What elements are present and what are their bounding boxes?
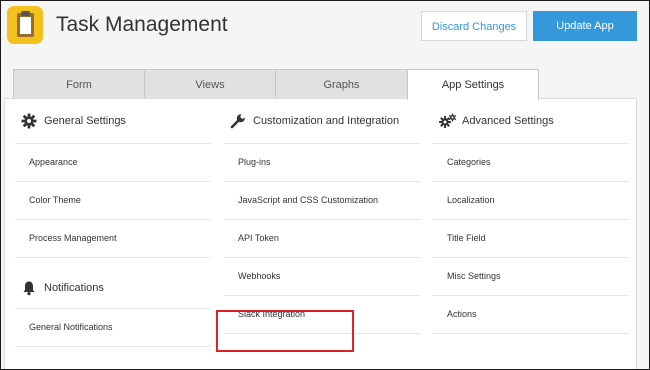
wrench-icon [230, 114, 245, 129]
advanced-settings-label: Advanced Settings [462, 115, 554, 127]
link-misc-settings[interactable]: Misc Settings [433, 258, 629, 296]
clipboard-icon [7, 6, 43, 44]
link-appearance[interactable]: Appearance [15, 144, 211, 182]
update-app-button[interactable]: Update App [533, 11, 637, 41]
app-header: Task Management Discard Changes Update A… [1, 1, 649, 49]
link-title-field[interactable]: Title Field [433, 220, 629, 258]
tab-graphs[interactable]: Graphs [275, 69, 408, 99]
general-settings-heading: General Settings [15, 99, 211, 144]
app-settings-window: Task Management Discard Changes Update A… [0, 0, 650, 370]
link-categories[interactable]: Categories [433, 144, 629, 182]
general-settings-column: General Settings Appearance Color Theme … [15, 99, 211, 347]
tab-app-settings[interactable]: App Settings [407, 69, 539, 100]
tab-views[interactable]: Views [144, 69, 276, 99]
discard-changes-button[interactable]: Discard Changes [421, 11, 527, 41]
notifications-heading: Notifications [15, 270, 211, 309]
link-api-token[interactable]: API Token [224, 220, 420, 258]
notifications-label: Notifications [44, 282, 104, 294]
link-general-notifications[interactable]: General Notifications [15, 309, 211, 347]
customization-heading: Customization and Integration [224, 99, 420, 144]
bell-icon [23, 281, 35, 296]
link-actions[interactable]: Actions [433, 296, 629, 334]
slack-integration-highlight-box [216, 310, 354, 352]
link-webhooks[interactable]: Webhooks [224, 258, 420, 296]
gear-icon [21, 113, 37, 129]
link-plug-ins[interactable]: Plug-ins [224, 144, 420, 182]
advanced-settings-heading: Advanced Settings [433, 99, 629, 144]
settings-tabs: Form Views Graphs App Settings [13, 69, 539, 100]
link-localization[interactable]: Localization [433, 182, 629, 220]
app-title: Task Management [56, 13, 228, 36]
general-settings-label: General Settings [44, 115, 126, 127]
gears-icon [439, 113, 457, 128]
tab-form[interactable]: Form [13, 69, 145, 99]
customization-label: Customization and Integration [253, 115, 400, 127]
link-color-theme[interactable]: Color Theme [15, 182, 211, 220]
customization-column: Customization and Integration Plug-ins J… [224, 99, 420, 334]
link-process-management[interactable]: Process Management [15, 220, 211, 258]
link-js-css-customization[interactable]: JavaScript and CSS Customization [224, 182, 420, 220]
advanced-settings-column: Advanced Settings Categories Localizatio… [433, 99, 629, 334]
